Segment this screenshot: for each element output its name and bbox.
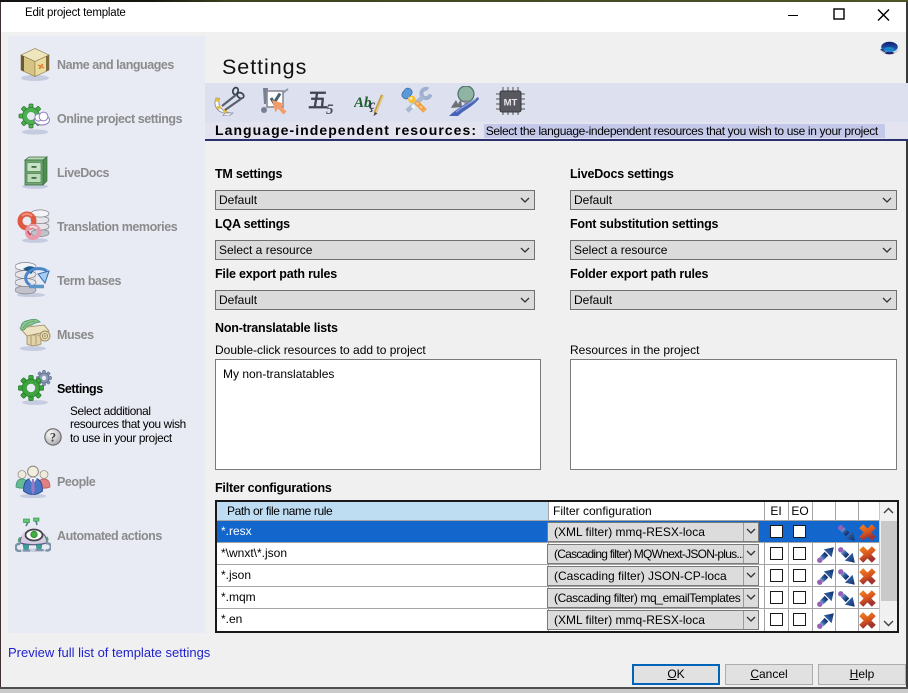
svg-text:MT: MT xyxy=(504,98,518,109)
svg-text:五: 五 xyxy=(308,90,328,112)
svg-text:5: 5 xyxy=(326,102,334,116)
svg-text:?: ? xyxy=(50,430,56,444)
